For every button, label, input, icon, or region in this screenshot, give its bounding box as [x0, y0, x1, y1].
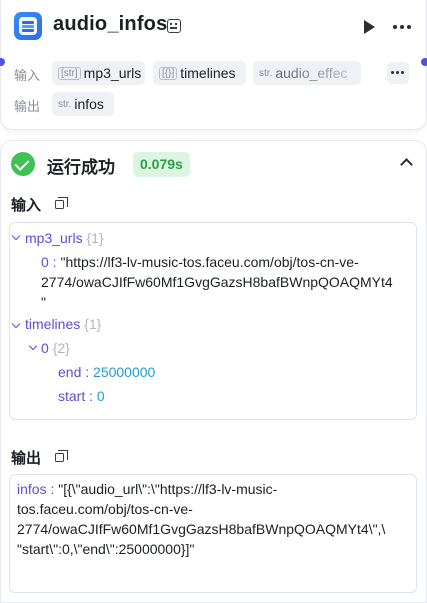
input-section-title: 输入	[11, 197, 42, 214]
json-field-start: start : 0	[58, 388, 105, 404]
input-chip-label: timelines	[180, 65, 236, 81]
output-port-handle[interactable]	[421, 58, 427, 66]
json-key-timelines: timelines {1}	[25, 316, 102, 332]
json-item-mp3-url-end: "	[41, 294, 46, 310]
node-card[interactable]: audio_infos 输入 [str] mp3_urls [{}] timel…	[0, 0, 427, 130]
success-check-icon	[11, 152, 35, 176]
array-object-type-icon: [{}]	[159, 66, 178, 80]
node-app-icon	[14, 12, 42, 40]
more-options-icon[interactable]	[393, 25, 397, 29]
array-string-type-icon: [str]	[58, 66, 81, 80]
json-key-infos: infos : "[{\"audio_url\":\"https://lf3-l…	[17, 481, 278, 497]
copy-icon[interactable]	[55, 197, 68, 209]
json-item-timeline-0: 0 {2}	[41, 340, 70, 356]
duration-badge: 0.079s	[133, 152, 190, 177]
bot-icon[interactable]	[167, 19, 181, 33]
json-infos-line-2: tos.faceu.com/obj/tos-cn-ve-	[17, 501, 193, 517]
input-chip-audio-effect[interactable]: str. audio_effec	[253, 61, 361, 85]
json-infos-line-4: "start\":0,\"end\":25000000}]"	[17, 541, 195, 557]
string-type-icon: str.	[58, 98, 72, 110]
node-title: audio_infos	[53, 13, 168, 35]
input-chip-timelines[interactable]: [{}] timelines	[153, 61, 246, 85]
json-key-mp3-urls: mp3_urls {1}	[25, 230, 104, 246]
play-icon[interactable]	[364, 20, 375, 34]
input-label: 输入	[14, 68, 41, 83]
json-infos-line-3: 2774/owaCJIfFw60Mf1GvgGazsH8bafBWnpQOAQM…	[17, 521, 386, 537]
input-chip-label: audio_effec	[275, 65, 348, 81]
input-chip-label: mp3_urls	[83, 65, 142, 81]
json-item-mp3-url-cont: 2774/owaCJIfFw60Mf1GvgGazsH8bafBWnpQOAQM…	[41, 274, 393, 290]
json-field-end: end : 25000000	[58, 364, 156, 380]
run-status-text: 运行成功	[47, 158, 115, 177]
copy-icon[interactable]	[55, 450, 68, 462]
output-section-title: 输出	[11, 450, 42, 467]
json-item-mp3-url: 0 : "https://lf3-lv-music-tos.faceu.com/…	[41, 254, 359, 270]
output-chip-infos[interactable]: str. infos	[52, 92, 114, 116]
output-chip-label: infos	[74, 96, 104, 112]
input-chip-mp3-urls[interactable]: [str] mp3_urls	[52, 61, 145, 85]
more-inputs-button[interactable]	[387, 62, 409, 84]
output-label: 输出	[14, 99, 41, 114]
string-type-icon: str.	[259, 67, 273, 79]
